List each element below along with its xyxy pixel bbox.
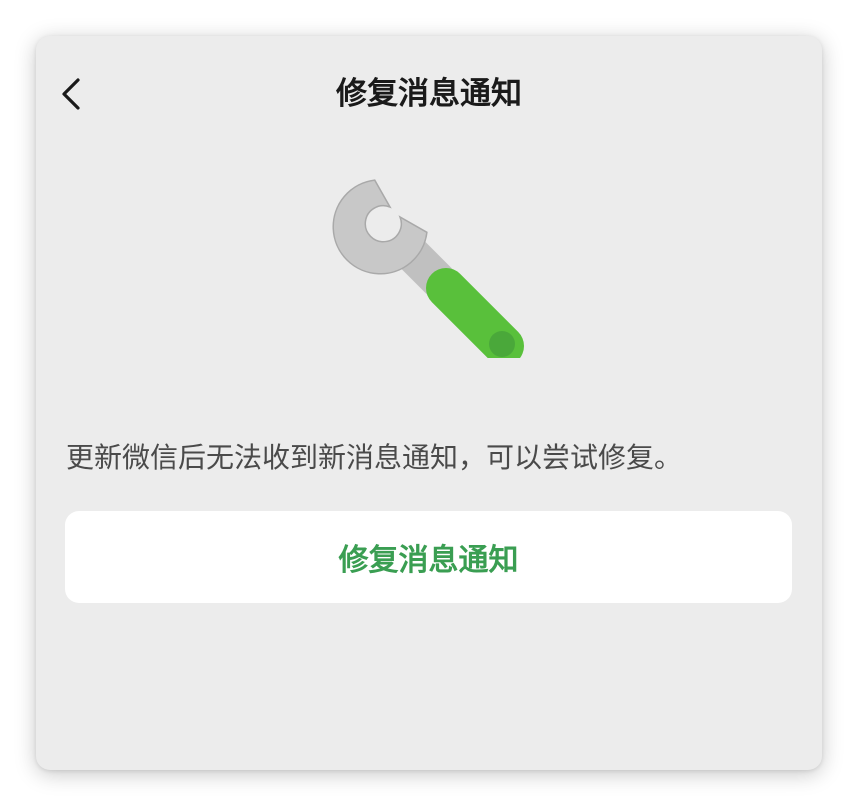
description-text: 更新微信后无法收到新消息通知，可以尝试修复。 — [66, 441, 683, 474]
repair-notification-button[interactable]: 修复消息通知 — [65, 511, 792, 603]
page-title: 修复消息通知 — [336, 76, 522, 112]
repair-notification-page: 修复消息通知 更新微信后无法收到新消息通知，可以尝试修复。 修复消息通知 — [36, 36, 822, 770]
wrench-icon — [332, 179, 524, 366]
repair-button-label: 修复消息通知 — [338, 543, 519, 578]
wrench-illustration — [316, 158, 536, 366]
